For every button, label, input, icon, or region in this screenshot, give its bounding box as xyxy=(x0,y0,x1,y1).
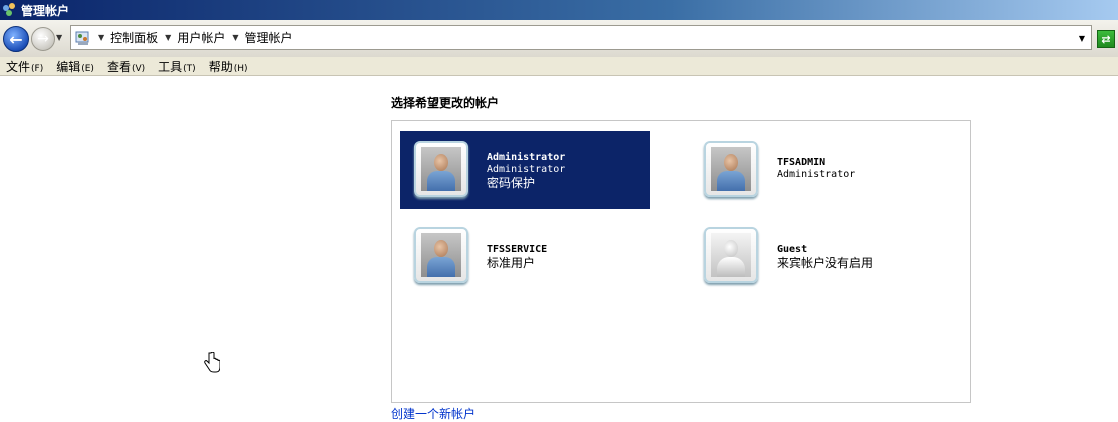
window-title: 管理帐户 xyxy=(21,3,70,18)
user-avatar-icon xyxy=(414,141,468,197)
forward-arrow-icon[interactable]: → xyxy=(31,27,55,51)
menu-tools[interactable]: 工具(T) xyxy=(152,58,203,75)
go-refresh-icon[interactable]: ⇄ xyxy=(1097,30,1115,48)
account-status: 来宾帐户没有启用 xyxy=(777,256,874,270)
menu-edit[interactable]: 编辑(E) xyxy=(50,58,101,75)
account-type: Administrator xyxy=(487,164,566,175)
user-avatar-icon xyxy=(704,141,758,197)
control-panel-icon xyxy=(75,30,91,46)
recent-pages-dropdown-icon[interactable]: ▼ xyxy=(56,33,62,42)
breadcrumb-user-accounts[interactable]: ▼ 用户帐户 xyxy=(158,29,225,46)
user-avatar-icon xyxy=(414,227,468,283)
accounts-panel: Administrator Administrator 密码保护 TFSADMI… xyxy=(391,120,971,403)
account-tile-tfsadmin[interactable]: TFSADMIN Administrator xyxy=(690,131,940,209)
create-account-link[interactable]: 创建一个新帐户 xyxy=(391,405,475,422)
account-name: Administrator xyxy=(487,152,566,163)
breadcrumb-separator-icon: ▼ xyxy=(232,33,239,42)
account-name: Guest xyxy=(777,244,808,255)
account-type: Administrator xyxy=(777,169,856,180)
menu-help[interactable]: 帮助(H) xyxy=(203,58,255,75)
hand-cursor-icon xyxy=(204,351,221,379)
back-arrow-icon[interactable]: ← xyxy=(3,26,29,52)
account-tile-tfsservice[interactable]: TFSSERVICE 标准用户 xyxy=(400,217,650,295)
user-accounts-icon xyxy=(3,3,17,17)
account-name: TFSSERVICE xyxy=(487,244,548,255)
breadcrumb-control-panel[interactable]: ▼ 控制面板 xyxy=(91,29,158,46)
page-heading: 选择希望更改的帐户 xyxy=(391,96,500,110)
title-bar: 管理帐户 xyxy=(0,0,1118,20)
menu-bar: 文件(F) 编辑(E) 查看(V) 工具(T) 帮助(H) xyxy=(0,57,1118,76)
menu-file[interactable]: 文件(F) xyxy=(0,58,50,75)
menu-view[interactable]: 查看(V) xyxy=(101,58,152,75)
address-box[interactable]: ▼ 控制面板 ▼ 用户帐户 ▼ 管理帐户 ▼ xyxy=(70,25,1092,50)
account-tile-administrator[interactable]: Administrator Administrator 密码保护 xyxy=(400,131,650,209)
account-status: 标准用户 xyxy=(487,256,536,270)
breadcrumb-manage-accounts[interactable]: ▼ 管理帐户 xyxy=(225,29,292,46)
address-toolbar: ← → ▼ ▼ 控制面板 ▼ 用户帐户 ▼ 管理帐户 ▼ ⇄ xyxy=(0,20,1118,58)
account-tile-guest[interactable]: Guest 来宾帐户没有启用 xyxy=(690,217,940,295)
account-name: TFSADMIN xyxy=(777,157,826,168)
breadcrumb-separator-icon: ▼ xyxy=(165,33,172,42)
account-status: 密码保护 xyxy=(487,176,536,190)
address-history-dropdown-icon[interactable]: ▼ xyxy=(1079,34,1085,43)
breadcrumb-separator-icon: ▼ xyxy=(98,33,105,42)
guest-avatar-icon xyxy=(704,227,758,283)
